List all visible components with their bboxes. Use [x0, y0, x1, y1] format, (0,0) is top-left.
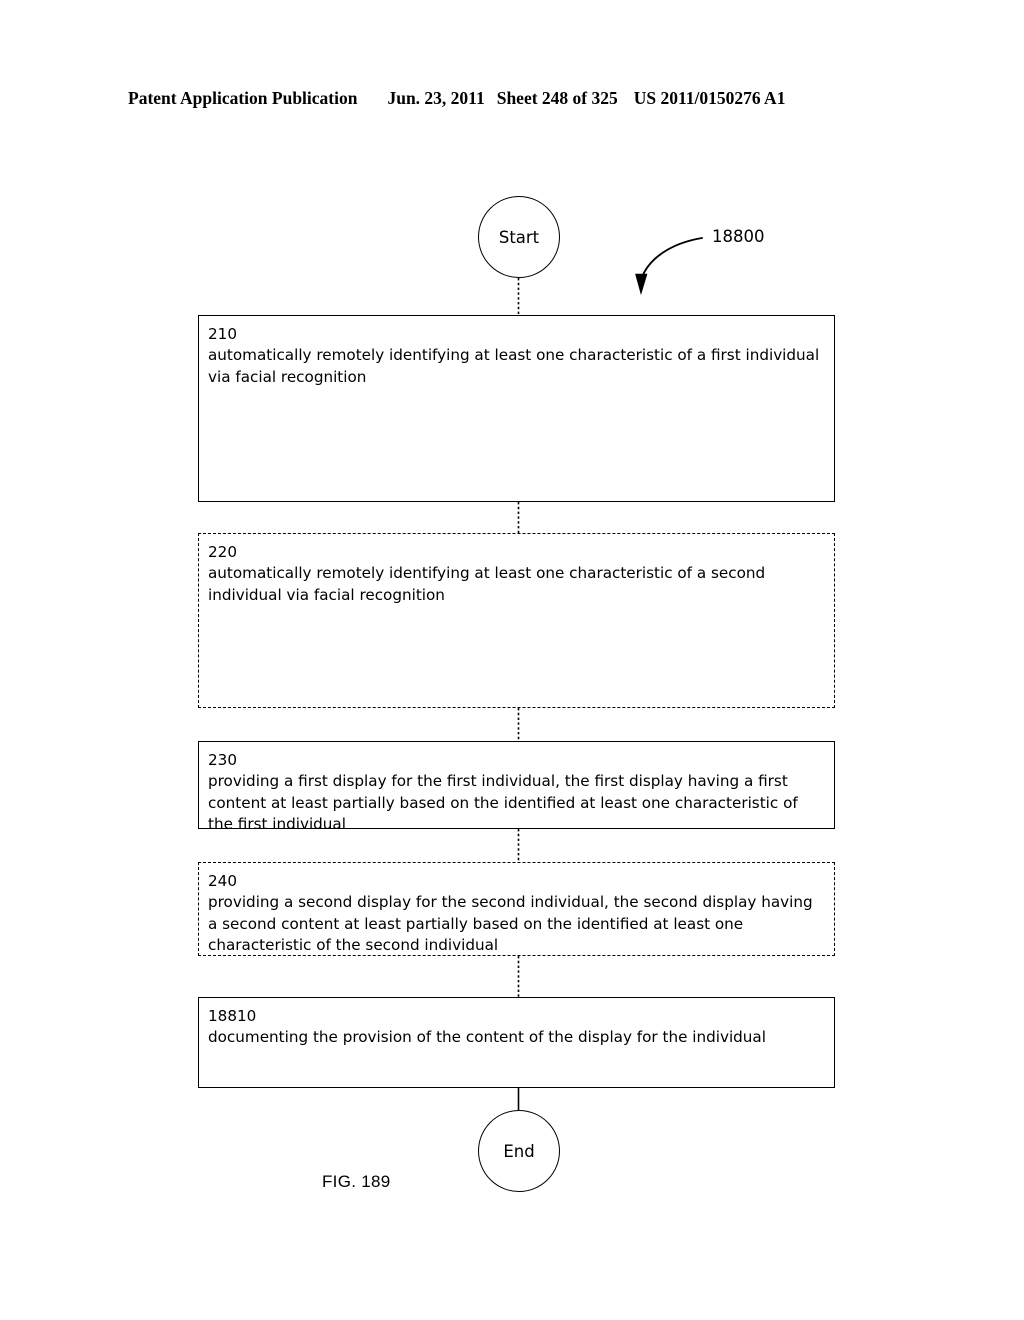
flowchart-start-node: Start	[478, 196, 560, 278]
step-240-body: 240 providing a second display for the s…	[199, 863, 834, 957]
step-230-number: 230	[208, 751, 237, 769]
reference-arrow-18800	[635, 237, 703, 296]
step-240-text: providing a second display for the secon…	[208, 893, 813, 955]
step-210-body: 210 automatically remotely identifying a…	[199, 316, 834, 388]
flowchart-step-240: 240 providing a second display for the s…	[198, 862, 835, 956]
flowchart-step-210: 210 automatically remotely identifying a…	[198, 315, 835, 502]
step-18810-text: documenting the provision of the content…	[208, 1028, 766, 1047]
flowchart-end-node: End	[478, 1110, 560, 1192]
flowchart-diagram: Start 18800 210 automatically remotely i…	[0, 0, 1024, 1320]
step-220-body: 220 automatically remotely identifying a…	[199, 534, 834, 606]
reference-numeral-18800: 18800	[712, 227, 765, 246]
step-220-text: automatically remotely identifying at le…	[208, 564, 766, 604]
step-230-text: providing a first display for the first …	[208, 772, 798, 834]
figure-caption: FIG. 189	[322, 1172, 391, 1191]
step-18810-number: 18810	[208, 1007, 257, 1025]
flowchart-step-220: 220 automatically remotely identifying a…	[198, 533, 835, 708]
step-230-body: 230 providing a first display for the fi…	[199, 742, 834, 836]
step-240-number: 240	[208, 872, 237, 890]
end-node-label: End	[503, 1141, 535, 1161]
flowchart-step-18810: 18810 documenting the provision of the c…	[198, 997, 835, 1088]
flowchart-step-230: 230 providing a first display for the fi…	[198, 741, 835, 833]
step-210-number: 210	[208, 325, 237, 343]
step-220-number: 220	[208, 543, 237, 561]
step-210-text: automatically remotely identifying at le…	[208, 346, 820, 386]
start-node-label: Start	[498, 227, 540, 247]
step-18810-body: 18810 documenting the provision of the c…	[199, 998, 834, 1049]
